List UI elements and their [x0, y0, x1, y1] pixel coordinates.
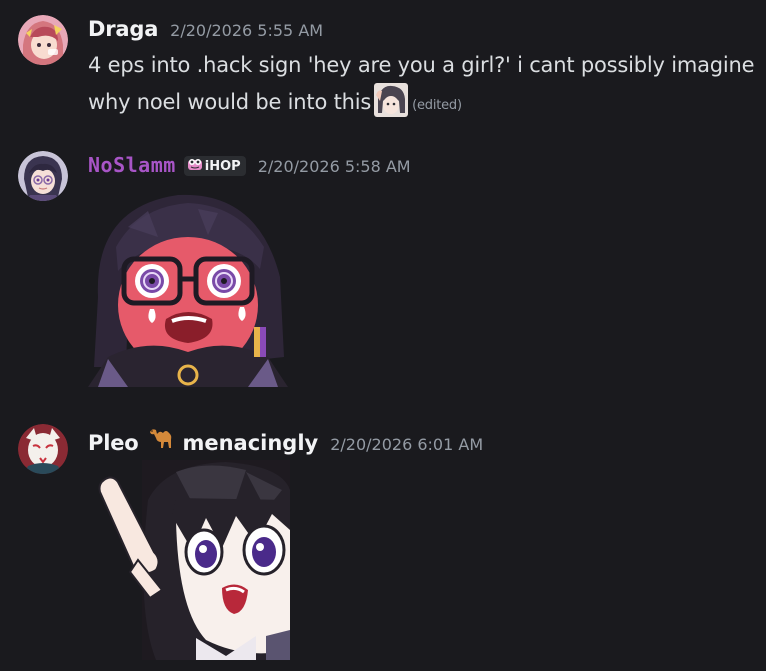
- message-line-2: why noel would be into this (edited): [88, 83, 763, 123]
- frog-face-icon: [187, 158, 202, 174]
- edited-label: (edited): [412, 98, 462, 113]
- author-name[interactable]: NoSlamm: [88, 153, 176, 177]
- message-timestamp[interactable]: 2/20/2026 5:58 AM: [258, 157, 411, 176]
- message-timestamp[interactable]: 2/20/2026 6:01 AM: [330, 435, 483, 454]
- author-name[interactable]: Pleo: [88, 431, 139, 455]
- flustered-anime-girl-sticker[interactable]: [88, 187, 288, 387]
- anime-face-emoji-icon[interactable]: [374, 83, 409, 117]
- server-tag-label: iHOP: [204, 158, 241, 174]
- anime-girl-avatar-icon[interactable]: [18, 15, 68, 65]
- chat-log: Draga 2/20/2026 5:55 AM 4 eps into .hack…: [0, 0, 766, 671]
- kitsune-mask-avatar-icon[interactable]: [18, 424, 68, 474]
- message-line-text: why noel would be into this: [88, 90, 372, 114]
- author-status-text: menacingly: [182, 431, 319, 455]
- author-name[interactable]: Draga: [88, 17, 158, 41]
- message-line: 4 eps into .hack sign 'hey are you a gir…: [88, 53, 755, 77]
- camel-icon: [148, 426, 176, 450]
- server-tag[interactable]: iHOP: [183, 156, 246, 176]
- shocked-pointing-girl-sticker[interactable]: [96, 460, 290, 660]
- message-content: 4 eps into .hack sign 'hey are you a gir…: [88, 48, 763, 123]
- glasses-girl-avatar-icon[interactable]: [18, 151, 68, 201]
- message-timestamp[interactable]: 2/20/2026 5:55 AM: [170, 21, 323, 40]
